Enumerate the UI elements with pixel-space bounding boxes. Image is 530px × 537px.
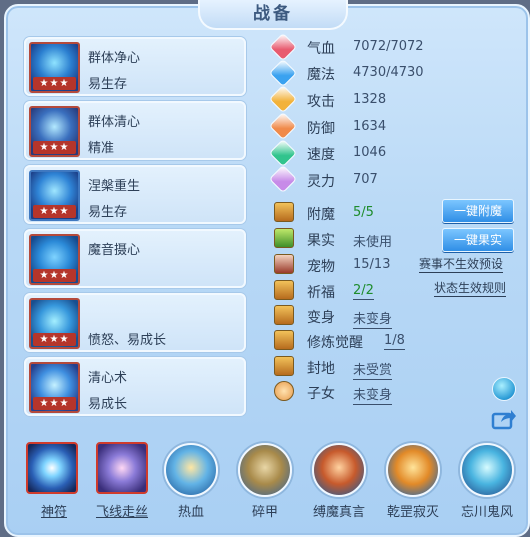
skill-name: 清心术 [88, 371, 128, 386]
skill-trait: 易生存 [88, 205, 128, 220]
attr-value-cultivation[interactable]: 1/8 [384, 333, 405, 350]
stat-value-attack: 1328 [353, 92, 387, 107]
transform-icon [274, 305, 294, 325]
status-rules-link[interactable]: 状态生效规则 [434, 281, 507, 297]
attr-value-children[interactable]: 未变身 [353, 384, 393, 405]
season-preset-link[interactable]: 赛事不生效预设 [419, 257, 504, 273]
attr-value-pet: 15/13 [353, 257, 391, 272]
skill-card[interactable]: ★★★ 群体净心 易生存 [24, 37, 246, 96]
skill-name: 群体清心 [88, 115, 141, 130]
skill-card[interactable]: ★★★ 清心术 易成长 [24, 357, 246, 416]
skill-trait: 易生存 [88, 77, 128, 92]
talisman-swirl-icon[interactable] [96, 442, 148, 494]
one-click-fruit-button[interactable]: 一键果实 [442, 228, 514, 252]
skill-icon: ★★★ [29, 362, 80, 413]
talisman-label[interactable]: 乾罡寂灭 [373, 501, 453, 520]
attr-label-pet: 宠物 [307, 259, 335, 275]
attr-label-fief: 封地 [307, 361, 335, 377]
talisman-warrior-icon[interactable] [386, 443, 440, 497]
stat-label-spirit: 灵力 [307, 174, 335, 190]
talisman-beast-icon[interactable] [312, 443, 366, 497]
panel-title: 战备 [198, 0, 348, 30]
stat-value-spirit: 707 [353, 172, 378, 187]
talisman-label[interactable]: 飞线走丝 [82, 501, 162, 520]
one-click-enchant-button[interactable]: 一键附魔 [442, 199, 514, 223]
skill-trait: 精准 [88, 141, 115, 156]
share-icon[interactable] [491, 408, 517, 430]
talisman-shield-icon[interactable] [238, 443, 292, 497]
enchant-icon [274, 202, 294, 222]
stat-value-speed: 1046 [353, 145, 387, 160]
attr-label-transform: 变身 [307, 310, 335, 326]
talisman-flame-icon[interactable] [164, 443, 218, 497]
talisman-label[interactable]: 忘川鬼风 [447, 501, 527, 520]
skill-name: 群体净心 [88, 51, 141, 66]
stat-label-defense: 防御 [307, 121, 335, 137]
talisman-star-icon[interactable] [26, 442, 78, 494]
skill-card[interactable]: ★★★ 群体清心 精准 [24, 101, 246, 160]
stat-label-attack: 攻击 [307, 94, 335, 110]
attr-label-cultivation: 修炼觉醒 [307, 335, 363, 351]
talisman-label[interactable]: 碎甲 [225, 501, 305, 520]
stat-value-hp: 7072/7072 [353, 39, 424, 54]
attr-value-enchant: 5/5 [353, 205, 374, 220]
stat-label-hp: 气血 [307, 41, 335, 57]
skill-name: 魔音摄心 [88, 243, 141, 258]
skill-name: 涅槃重生 [88, 179, 141, 194]
attr-label-enchant: 附魔 [307, 207, 335, 223]
fruit-icon [274, 228, 294, 248]
stat-value-defense: 1634 [353, 119, 387, 134]
talisman-label[interactable]: 热血 [151, 501, 231, 520]
skill-card[interactable]: ★★★ 涅槃重生 易生存 [24, 165, 246, 224]
skill-icon: ★★★ [29, 42, 80, 93]
stat-label-speed: 速度 [307, 147, 335, 163]
skill-trait: 愤怒、易成长 [88, 333, 167, 348]
attr-value-fruit: 未使用 [353, 235, 393, 250]
attr-value-blessing[interactable]: 2/2 [353, 283, 374, 300]
attr-label-children: 子女 [307, 386, 335, 402]
skill-trait: 易成长 [88, 397, 128, 412]
cultivation-icon [274, 330, 294, 350]
pet-icon [274, 254, 294, 274]
children-icon [274, 381, 294, 401]
fief-icon [274, 356, 294, 376]
skill-icon: ★★★ [29, 106, 80, 157]
stat-label-mp: 魔法 [307, 67, 335, 83]
attr-value-fief[interactable]: 未受赏 [353, 359, 393, 380]
attr-label-blessing: 祈福 [307, 285, 335, 301]
orb-icon[interactable] [492, 377, 516, 401]
attr-value-transform[interactable]: 未变身 [353, 308, 393, 329]
stat-value-mp: 4730/4730 [353, 65, 424, 80]
skill-icon: ★★★ [29, 234, 80, 285]
skill-card[interactable]: ★★★ 愤怒、易成长 [24, 293, 246, 352]
skill-icon: ★★★ [29, 298, 80, 349]
skill-card[interactable]: ★★★ 魔音摄心 [24, 229, 246, 288]
talisman-wind-icon[interactable] [460, 443, 514, 497]
blessing-icon [274, 280, 294, 300]
attr-label-fruit: 果实 [307, 233, 335, 249]
talisman-label[interactable]: 缚魔真言 [299, 501, 379, 520]
skill-icon: ★★★ [29, 170, 80, 221]
